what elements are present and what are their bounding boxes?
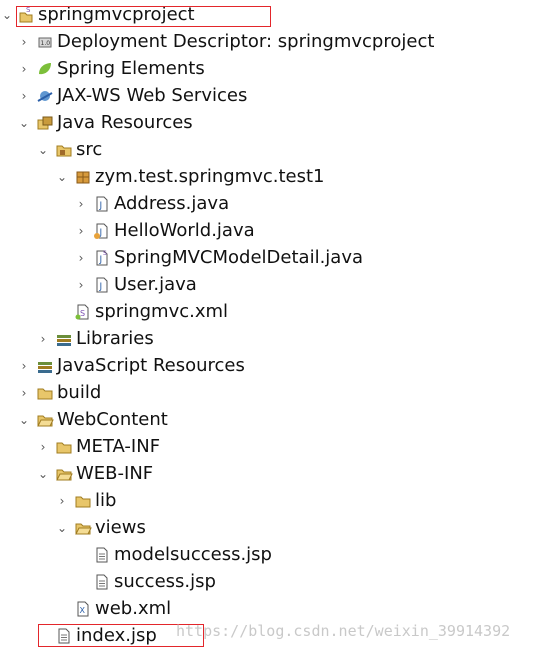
tree-item-src[interactable]: ⌄ src (0, 137, 559, 164)
tree-item-lib[interactable]: › lib (0, 488, 559, 515)
tree-item-label: Libraries (76, 328, 154, 349)
chevron-down-icon[interactable]: ⌄ (17, 116, 31, 130)
tree-item-label: build (57, 382, 102, 403)
tree-item-webcontent[interactable]: ⌄ WebContent (0, 407, 559, 434)
tree-item-label: lib (95, 490, 117, 511)
chevron-right-icon[interactable]: › (74, 278, 88, 292)
tree-item-package[interactable]: ⌄ zym.test.springmvc.test1 (0, 164, 559, 191)
tree-item-address-java[interactable]: › J Address.java (0, 191, 559, 218)
highlight-box (16, 6, 271, 27)
chevron-right-icon[interactable]: › (17, 359, 31, 373)
spring-leaf-icon (36, 60, 54, 78)
tree-item-modelsuccess-jsp[interactable]: modelsuccess.jsp (0, 542, 559, 569)
tree-item-label: JAX-WS Web Services (57, 85, 248, 106)
jsp-file-icon (93, 546, 111, 564)
spring-xml-file-icon: S (74, 303, 92, 321)
java-file-icon: J (93, 276, 111, 294)
tree-item-label: WebContent (57, 409, 168, 430)
tree-item-web-inf[interactable]: ⌄ WEB-INF (0, 461, 559, 488)
folder-icon (74, 492, 92, 510)
tree-item-views[interactable]: ⌄ views (0, 515, 559, 542)
java-file-icon: JS (93, 249, 111, 267)
folder-icon (55, 438, 73, 456)
tree-item-java-resources[interactable]: ⌄ Java Resources (0, 110, 559, 137)
project-explorer-tree: ⌄ S springmvcproject › 1.0 Deployment De… (0, 0, 559, 653)
svg-text:S: S (80, 309, 85, 318)
chevron-down-icon[interactable]: ⌄ (0, 8, 14, 22)
chevron-down-icon[interactable]: ⌄ (55, 521, 69, 535)
tree-item-javascript-resources[interactable]: › JavaScript Resources (0, 353, 559, 380)
svg-text:X: X (80, 606, 86, 615)
svg-text:J: J (99, 255, 103, 265)
tree-item-label: Java Resources (57, 112, 193, 133)
tree-item-label: SpringMVCModelDetail.java (114, 247, 364, 268)
tree-item-springmvc-xml[interactable]: S springmvc.xml (0, 299, 559, 326)
tree-item-label: Deployment Descriptor: springmvcproject (57, 31, 435, 52)
deployment-descriptor-icon: 1.0 (36, 33, 54, 51)
watermark-text: https://blog.csdn.net/weixin_39914392 (176, 622, 511, 640)
tree-item-web-xml[interactable]: X web.xml (0, 596, 559, 623)
tree-item-label: views (95, 517, 146, 538)
svg-text:J: J (99, 282, 103, 292)
tree-item-meta-inf[interactable]: › META-INF (0, 434, 559, 461)
tree-item-label: src (76, 139, 103, 160)
tree-item-label: web.xml (95, 598, 172, 619)
chevron-right-icon[interactable]: › (36, 440, 50, 454)
svg-text:J: J (99, 201, 103, 211)
chevron-down-icon[interactable]: ⌄ (36, 467, 50, 481)
folder-icon (36, 384, 54, 402)
folder-open-icon (74, 519, 92, 537)
java-file-icon: J (93, 195, 111, 213)
tree-item-jaxws[interactable]: › JAX-WS Web Services (0, 83, 559, 110)
svg-text:1.0: 1.0 (41, 40, 51, 47)
tree-item-label: META-INF (76, 436, 161, 457)
chevron-right-icon[interactable]: › (17, 62, 31, 76)
tree-item-label: HelloWorld.java (114, 220, 255, 241)
tree-item-label: modelsuccess.jsp (114, 544, 272, 565)
source-folder-icon (55, 141, 73, 159)
chevron-down-icon[interactable]: ⌄ (55, 170, 69, 184)
folder-open-icon (36, 411, 54, 429)
package-icon (74, 168, 92, 186)
java-file-icon: J (93, 222, 111, 240)
tree-item-springmvcmodeldetail-java[interactable]: › JS SpringMVCModelDetail.java (0, 245, 559, 272)
tree-item-label: Address.java (114, 193, 230, 214)
xml-file-icon: X (74, 600, 92, 618)
chevron-right-icon[interactable]: › (17, 89, 31, 103)
folder-open-icon (55, 465, 73, 483)
tree-item-build[interactable]: › build (0, 380, 559, 407)
jsp-file-icon (93, 573, 111, 591)
chevron-right-icon[interactable]: › (74, 251, 88, 265)
tree-item-label: zym.test.springmvc.test1 (95, 166, 325, 187)
tree-item-label: springmvc.xml (95, 301, 229, 322)
java-resources-icon (36, 114, 54, 132)
tree-item-label: success.jsp (114, 571, 216, 592)
chevron-down-icon[interactable]: ⌄ (36, 143, 50, 157)
chevron-right-icon[interactable]: › (17, 386, 31, 400)
tree-item-helloworld-java[interactable]: › J HelloWorld.java (0, 218, 559, 245)
tree-item-label: User.java (114, 274, 197, 295)
chevron-right-icon[interactable]: › (74, 197, 88, 211)
svg-text:S: S (103, 250, 107, 257)
javascript-resources-icon (36, 357, 54, 375)
tree-item-spring-elements[interactable]: › Spring Elements (0, 56, 559, 83)
web-services-icon (36, 87, 54, 105)
libraries-icon (55, 330, 73, 348)
tree-item-user-java[interactable]: › J User.java (0, 272, 559, 299)
tree-item-success-jsp[interactable]: success.jsp (0, 569, 559, 596)
tree-item-label: Spring Elements (57, 58, 205, 79)
tree-item-label: WEB-INF (76, 463, 154, 484)
chevron-right-icon[interactable]: › (74, 224, 88, 238)
chevron-right-icon[interactable]: › (55, 494, 69, 508)
tree-item-label: JavaScript Resources (57, 355, 245, 376)
chevron-right-icon[interactable]: › (17, 35, 31, 49)
chevron-right-icon[interactable]: › (36, 332, 50, 346)
tree-item-libraries[interactable]: › Libraries (0, 326, 559, 353)
chevron-down-icon[interactable]: ⌄ (17, 413, 31, 427)
tree-item-deployment-descriptor[interactable]: › 1.0 Deployment Descriptor: springmvcpr… (0, 29, 559, 56)
